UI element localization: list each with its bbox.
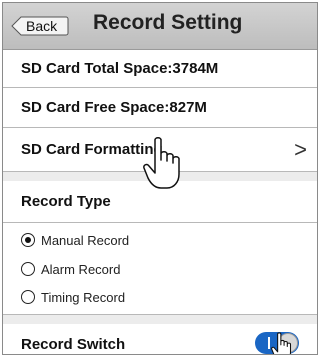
total-space-label: SD Card Total Space:3784M xyxy=(21,60,219,77)
record-type-options: Manual Record Alarm Record Timing Record xyxy=(3,223,317,315)
radio-option-manual[interactable]: Manual Record xyxy=(3,228,317,254)
radio-label-timing: Timing Record xyxy=(41,290,126,305)
back-button-label: Back xyxy=(26,18,58,34)
radio-button-manual[interactable] xyxy=(21,233,35,247)
record-switch-label: Record Switch xyxy=(21,336,126,353)
header-bar: Back Record Setting xyxy=(3,3,317,50)
record-type-row: Record Type xyxy=(3,181,317,223)
radio-label-alarm: Alarm Record xyxy=(41,262,121,277)
toggle-on-mark xyxy=(268,337,270,349)
chevron-right-icon: > xyxy=(294,137,307,162)
total-space-row: SD Card Total Space:3784M xyxy=(3,50,317,88)
record-setting-screen: Back Record Setting SD Card Total Space:… xyxy=(2,2,318,355)
page-title: Record Setting xyxy=(93,11,243,34)
free-space-label: SD Card Free Space:827M xyxy=(21,99,207,116)
radio-label-manual: Manual Record xyxy=(41,233,130,248)
formatting-label: SD Card Formatting xyxy=(21,141,163,158)
radio-option-timing[interactable]: Timing Record xyxy=(3,285,317,311)
record-switch-row: Record Switch xyxy=(3,324,317,354)
formatting-row[interactable]: SD Card Formatting > xyxy=(3,128,317,172)
free-space-row: SD Card Free Space:827M xyxy=(3,88,317,128)
record-type-label: Record Type xyxy=(21,193,111,210)
toggle-knob xyxy=(278,333,298,353)
back-button[interactable]: Back xyxy=(11,16,69,36)
radio-button-alarm[interactable] xyxy=(21,262,35,276)
radio-button-timing[interactable] xyxy=(21,290,35,304)
record-switch-toggle[interactable] xyxy=(255,332,299,354)
radio-option-alarm[interactable]: Alarm Record xyxy=(3,257,317,283)
